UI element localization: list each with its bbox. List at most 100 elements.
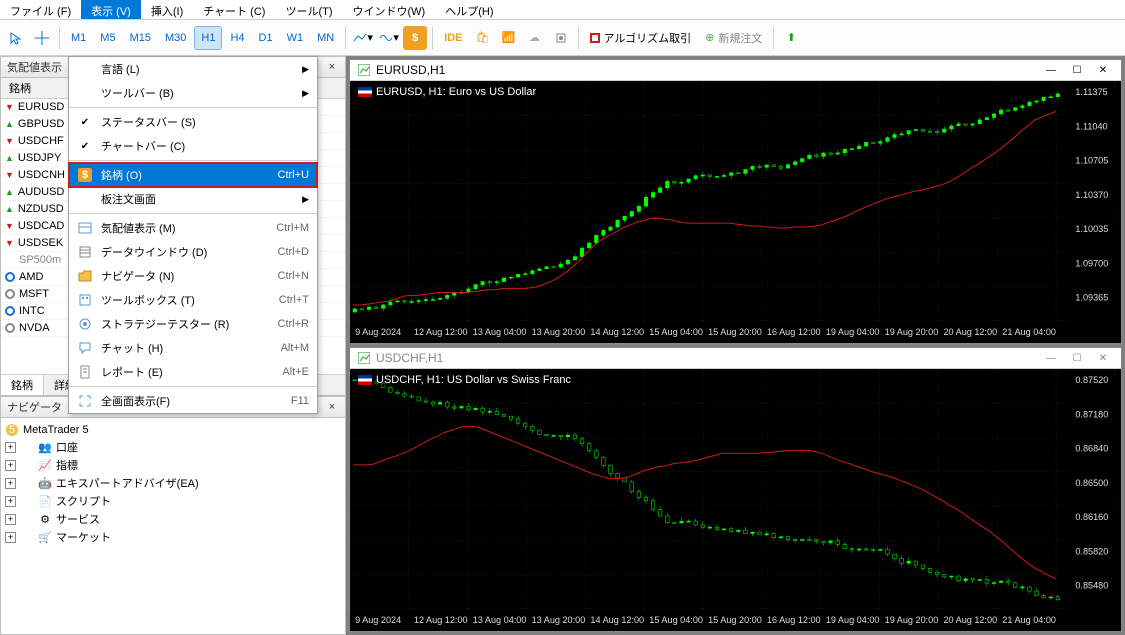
separator	[345, 27, 346, 49]
nav-item[interactable]: +👥口座	[5, 438, 341, 456]
menu-item-6[interactable]: 気配値表示 (M)Ctrl+M	[69, 216, 317, 240]
menu-shortcut: Alt+M	[281, 342, 309, 354]
svg-text:0.87520: 0.87520	[1075, 375, 1108, 385]
crosshair-tool[interactable]	[30, 26, 54, 50]
menu-item-12[interactable]: レポート (E)Alt+E	[69, 360, 317, 384]
toolbar: M1M5M15M30H1H4D1W1MN ▾ ▾ $ IDE 🛍 📶 ☁ アルゴ…	[0, 20, 1125, 56]
expand-icon[interactable]: +	[5, 478, 16, 489]
symbol-name: NVDA	[19, 322, 50, 334]
minimize-icon[interactable]: —	[1041, 62, 1061, 78]
timeframe-d1[interactable]: D1	[253, 26, 279, 50]
chevron-right-icon: ▶	[302, 64, 309, 75]
svg-text:19 Aug 20:00: 19 Aug 20:00	[885, 615, 939, 625]
maximize-icon[interactable]: ☐	[1067, 350, 1087, 366]
svg-text:20 Aug 12:00: 20 Aug 12:00	[943, 615, 997, 625]
nav-item[interactable]: +🤖エキスパートアドバイザ(EA)	[5, 474, 341, 492]
menu-item-5[interactable]: 板注文画面▶	[69, 187, 317, 211]
timeframe-m15[interactable]: M15	[124, 26, 157, 50]
menu-h[interactable]: ヘルプ(H)	[435, 0, 503, 19]
menu-item-13[interactable]: 全画面表示(F)F11	[69, 389, 317, 413]
close-icon[interactable]: ✕	[1093, 62, 1113, 78]
menu-t[interactable]: ツール(T)	[275, 0, 342, 19]
menu-c[interactable]: チャート (C)	[193, 0, 275, 19]
vps-icon[interactable]	[549, 26, 573, 50]
chart-line-icon[interactable]: ▾	[351, 26, 375, 50]
nav-item[interactable]: +📈指標	[5, 456, 341, 474]
chart-titlebar[interactable]: USDCHF,H1—☐✕	[350, 348, 1121, 369]
market-icon[interactable]: 🛍	[471, 26, 495, 50]
chart-caption: EURUSD, H1: Euro vs US Dollar	[354, 85, 540, 99]
expand-icon[interactable]: +	[5, 496, 16, 507]
menu-item-4[interactable]: $銘柄 (O)Ctrl+U	[69, 163, 317, 187]
symbol-name: GBPUSD	[18, 118, 64, 130]
cursor-tool[interactable]	[4, 26, 28, 50]
menu-item-3[interactable]: ✔チャートバー (C)	[69, 134, 317, 158]
arrow-down-icon: ▼	[5, 238, 14, 248]
nav-item-label: サービス	[56, 511, 100, 527]
algo-trading-button[interactable]: アルゴリズム取引	[584, 26, 698, 50]
chart-titlebar[interactable]: EURUSD,H1—☐✕	[350, 60, 1121, 81]
menu-item-label: ステータスバー (S)	[101, 114, 309, 130]
expand-icon[interactable]: +	[5, 514, 16, 525]
menu-i[interactable]: 挿入(I)	[141, 0, 193, 19]
menu-item-label: 全画面表示(F)	[101, 393, 283, 409]
expand-icon[interactable]: +	[5, 532, 16, 543]
menu-item-11[interactable]: チャット (H)Alt+M	[69, 336, 317, 360]
symbol-name: USDSEK	[18, 237, 63, 249]
timeframe-w1[interactable]: W1	[281, 26, 310, 50]
chat-icon	[77, 340, 93, 356]
menu-item-9[interactable]: ツールボックス (T)Ctrl+T	[69, 288, 317, 312]
expand-icon[interactable]: +	[5, 460, 16, 471]
blank-icon	[77, 61, 93, 77]
new-order-button[interactable]: ⊕新規注文	[699, 26, 768, 50]
menu-w[interactable]: ウインドウ(W)	[343, 0, 436, 19]
timeframe-h1[interactable]: H1	[194, 26, 222, 50]
expand-icon[interactable]: +	[5, 442, 16, 453]
svg-text:13 Aug 20:00: 13 Aug 20:00	[532, 615, 586, 625]
menu-item-label: ツールボックス (T)	[101, 292, 271, 308]
close-icon[interactable]: ×	[325, 60, 339, 74]
nav-item[interactable]: +📄スクリプト	[5, 492, 341, 510]
nav-item[interactable]: +🛒マーケット	[5, 528, 341, 546]
indicator-icon: 📈	[38, 459, 52, 472]
menu-v[interactable]: 表示 (V)	[81, 0, 141, 19]
menu-f[interactable]: ファイル (F)	[0, 0, 81, 19]
maximize-icon[interactable]: ☐	[1067, 62, 1087, 78]
timeframe-m30[interactable]: M30	[159, 26, 192, 50]
signals-icon[interactable]: 📶	[497, 26, 521, 50]
menu-item-7[interactable]: データウインドウ (D)Ctrl+D	[69, 240, 317, 264]
dollar-icon[interactable]: $	[403, 26, 427, 50]
menu-item-10[interactable]: ストラテジーテスター (R)Ctrl+R	[69, 312, 317, 336]
menu-item-1[interactable]: ツールバー (B)▶	[69, 81, 317, 105]
chart-body[interactable]: USDCHF, H1: US Dollar vs Swiss Franc 0.87…	[350, 369, 1121, 631]
navigator-panel: ナビゲータ × 5MetaTrader 5+👥口座+📈指標+🤖エキスパートアドバ…	[0, 396, 346, 635]
cloud-icon[interactable]: ☁	[523, 26, 547, 50]
menu-item-label: データウインドウ (D)	[101, 244, 270, 260]
timeframe-h4[interactable]: H4	[224, 26, 250, 50]
nav-root[interactable]: 5MetaTrader 5	[5, 422, 341, 438]
chart-body[interactable]: EURUSD, H1: Euro vs US Dollar1.113751.11…	[350, 81, 1121, 343]
timeframe-m5[interactable]: M5	[94, 26, 121, 50]
close-icon[interactable]: ×	[325, 400, 339, 414]
chart-caption: USDCHF, H1: US Dollar vs Swiss Franc	[354, 373, 575, 387]
timeframe-mn[interactable]: MN	[311, 26, 340, 50]
chart-up-icon[interactable]: ⬆	[779, 26, 803, 50]
main-area: 言語 (L)▶ツールバー (B)▶ ✔ ステータスバー (S) ✔チャートバー (C)…	[0, 56, 1125, 635]
blank-icon: ✔	[77, 138, 93, 154]
mw-tab[interactable]: 銘柄	[1, 375, 44, 395]
algo-label: アルゴリズム取引	[604, 30, 692, 46]
menu-item-0[interactable]: 言語 (L)▶	[69, 57, 317, 81]
blank-icon: ✔	[77, 114, 93, 130]
indicator-icon[interactable]: ▾	[377, 26, 401, 50]
timeframe-m1[interactable]: M1	[65, 26, 92, 50]
menu-item-2[interactable]: ✔ ステータスバー (S)	[69, 110, 317, 134]
symbol-name: USDCHF	[18, 135, 64, 147]
close-icon[interactable]: ✕	[1093, 350, 1113, 366]
nav-item[interactable]: +⚙サービス	[5, 510, 341, 528]
minimize-icon[interactable]: —	[1041, 350, 1061, 366]
menu-shortcut: Ctrl+U	[278, 169, 309, 181]
svg-text:14 Aug 12:00: 14 Aug 12:00	[590, 327, 644, 337]
ide-button[interactable]: IDE	[438, 26, 468, 50]
svg-text:12 Aug 12:00: 12 Aug 12:00	[414, 615, 468, 625]
menu-item-8[interactable]: ナビゲータ (N)Ctrl+N	[69, 264, 317, 288]
